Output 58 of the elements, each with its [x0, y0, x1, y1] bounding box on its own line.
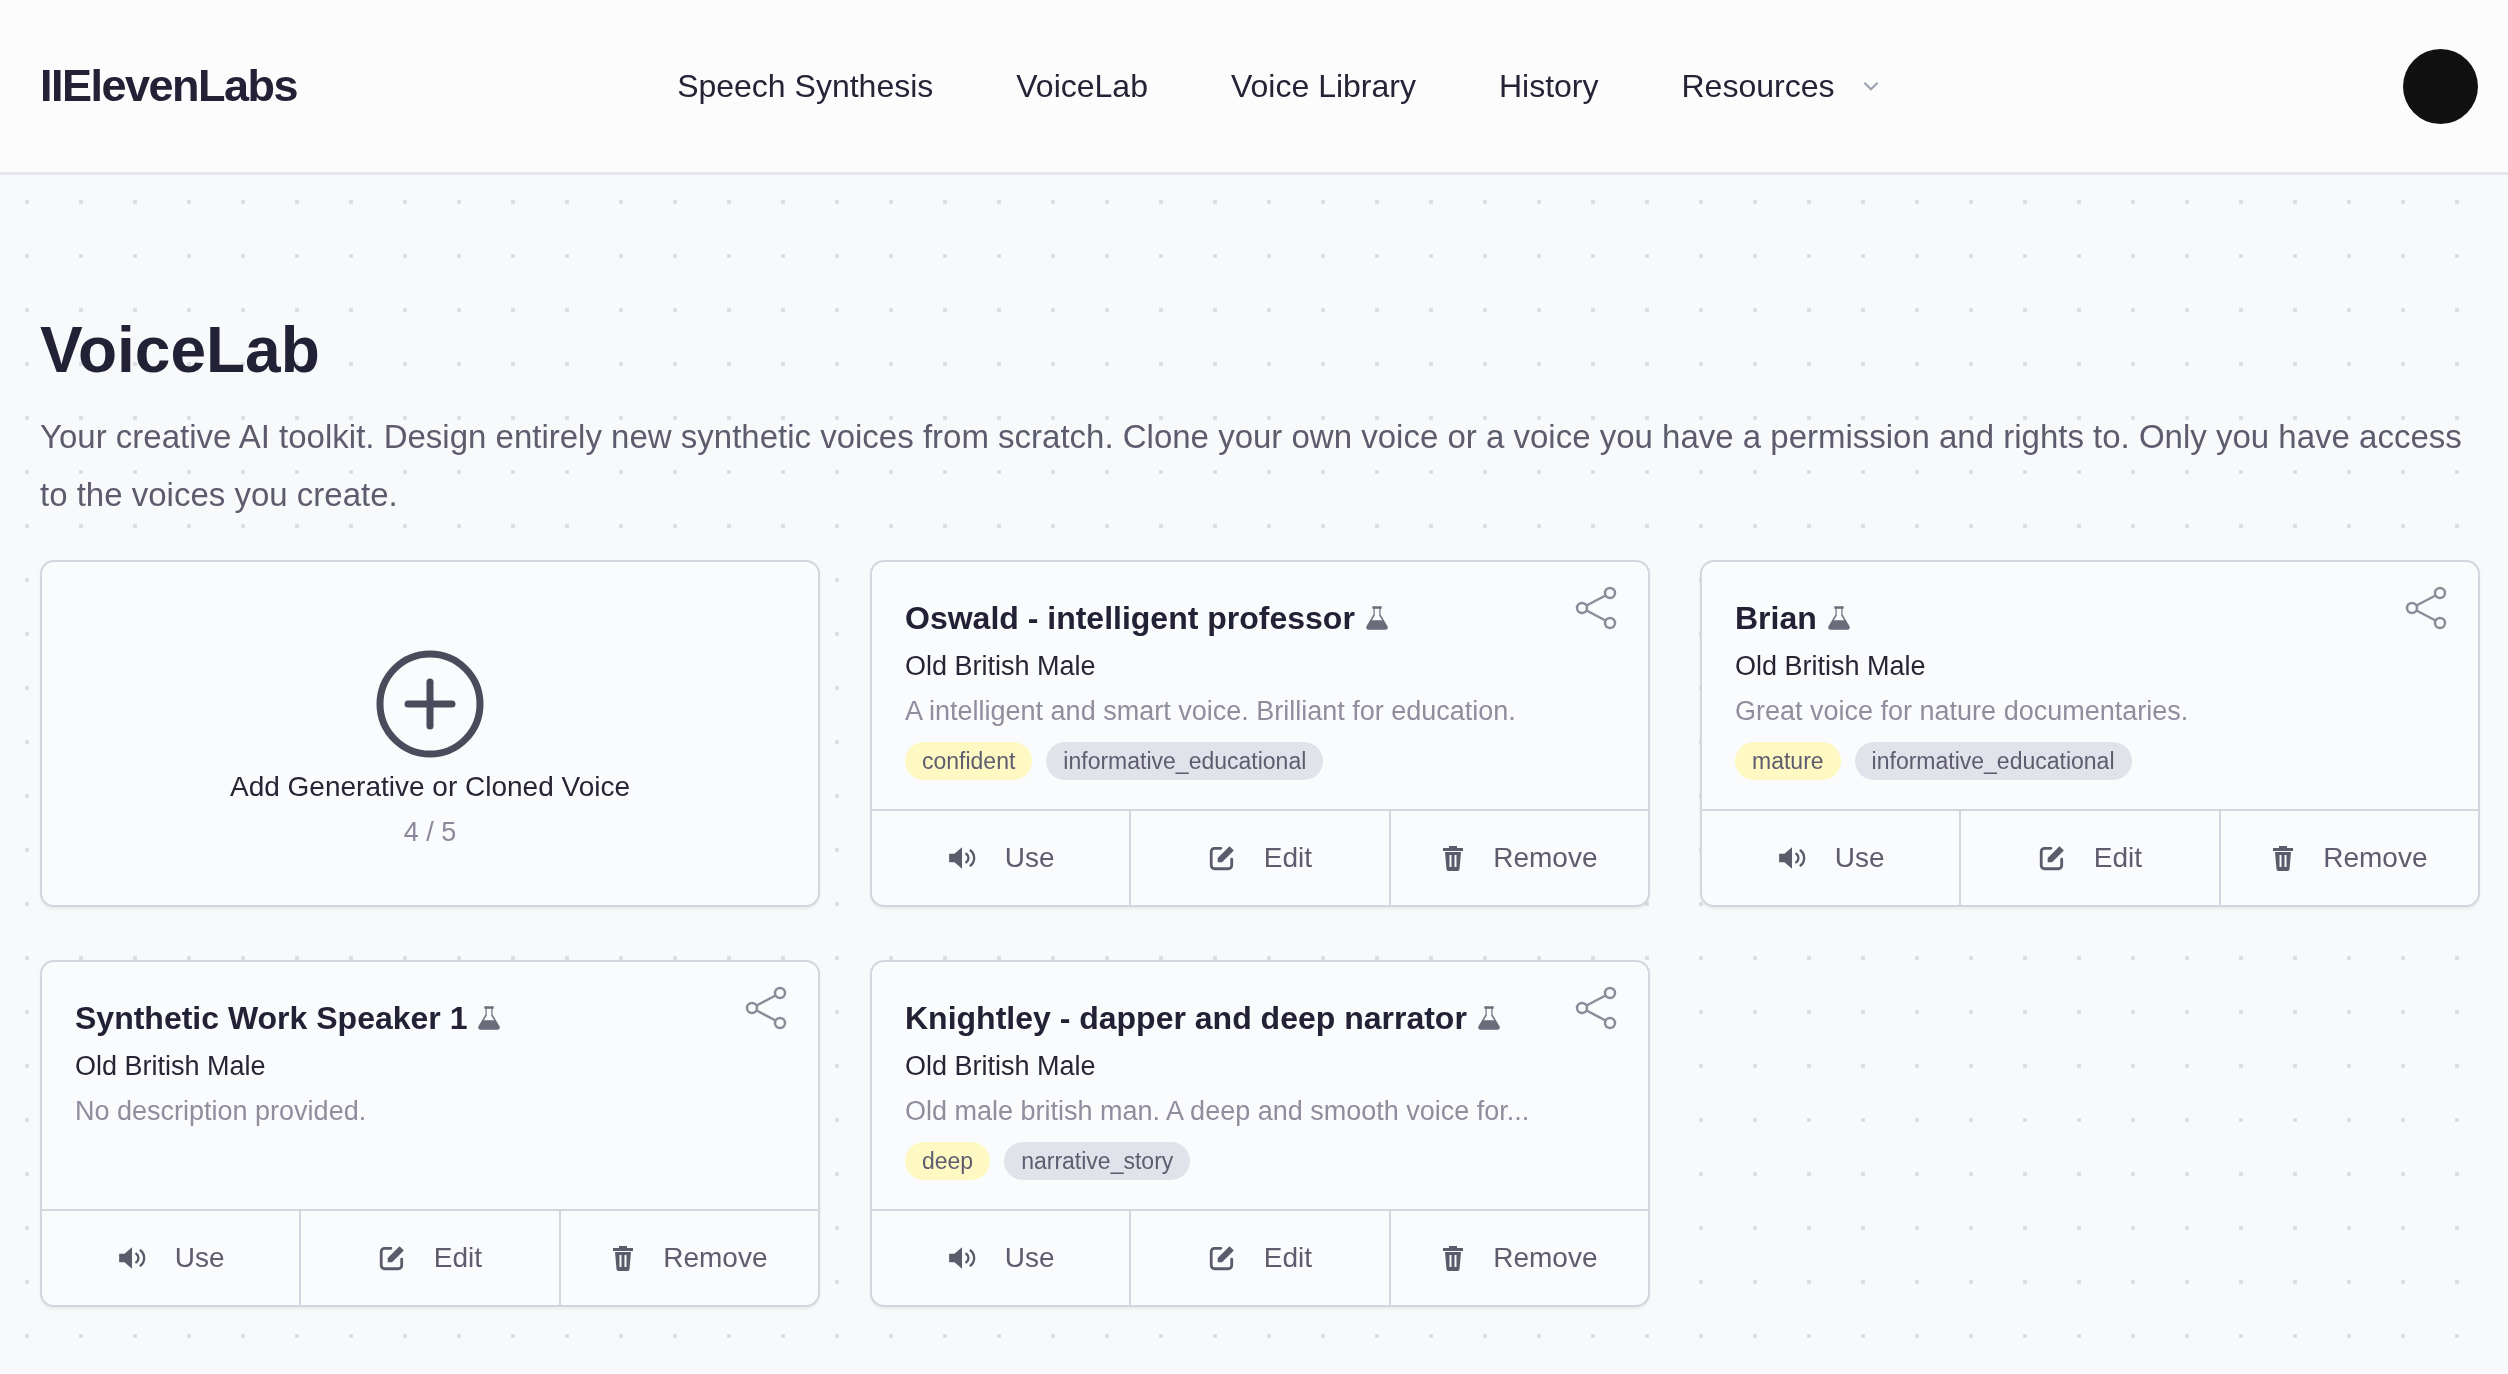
plus-circle-icon: [375, 649, 485, 759]
voice-category: Old British Male: [905, 1050, 1097, 1083]
tag: informative_educational: [1046, 742, 1324, 780]
add-voice-card[interactable]: Add Generative or Cloned Voice 4 / 5: [40, 560, 820, 907]
edit-button[interactable]: Edit: [1959, 811, 2219, 905]
nav-link[interactable]: Speech Synthesis: [677, 67, 934, 105]
speaker-icon: [116, 1245, 147, 1271]
voice-category: Old British Male: [1735, 650, 1927, 683]
edit-icon: [377, 1244, 406, 1272]
nav-link[interactable]: History: [1498, 67, 1599, 105]
trash-icon: [1441, 1244, 1466, 1272]
voice-name: Brian: [1735, 599, 1817, 637]
voice-description: A intelligent and smart voice. Brilliant for education.: [905, 695, 1517, 728]
voice-category: Old British Male: [905, 650, 1097, 683]
voice-description: Old male british man. A deep and smooth voice for...: [905, 1095, 1531, 1128]
tag: mature: [1735, 742, 1841, 780]
voice-description: Great voice for nature documentaries.: [1735, 695, 2190, 728]
share-icon[interactable]: [744, 986, 788, 1030]
trash-icon: [611, 1244, 636, 1272]
logo[interactable]: IIElevenLabs: [40, 60, 298, 112]
tag: narrative_story: [1004, 1142, 1191, 1180]
share-icon[interactable]: [1574, 986, 1618, 1030]
voice-category: Old British Male: [75, 1050, 267, 1083]
voice-description: No description provided.: [75, 1095, 368, 1128]
remove-button[interactable]: Remove: [558, 1211, 818, 1305]
tag: informative_educational: [1854, 742, 2132, 780]
voice-name: Oswald - intelligent professor: [905, 599, 1355, 637]
voice-count: 4 / 5: [403, 817, 457, 848]
trash-icon: [1441, 844, 1466, 872]
page-description: Your creative AI toolkit. Design entirely new synthetic voices from scratch. Clone your own voice or a voice you have a permission and rights to. Only you have access to the voices you create.: [40, 417, 2463, 515]
tag: confident: [905, 742, 1033, 780]
page-title: VoiceLab: [40, 313, 321, 388]
voice-name: Knightley - dapper and deep narrator: [905, 999, 1467, 1037]
nav-link[interactable]: VoiceLab: [1016, 67, 1148, 105]
edit-icon: [1207, 1244, 1236, 1272]
edit-icon: [1207, 844, 1236, 872]
voice-name: Synthetic Work Speaker 1: [75, 999, 468, 1037]
use-button[interactable]: Use: [872, 811, 1130, 905]
edit-icon: [2037, 844, 2066, 872]
use-button[interactable]: Use: [872, 1211, 1130, 1305]
nav-link[interactable]: Resources: [1681, 67, 1883, 105]
edit-button[interactable]: Edit: [1129, 811, 1389, 905]
tag: deep: [905, 1142, 991, 1180]
speaker-icon: [1776, 845, 1807, 871]
edit-button[interactable]: Edit: [1129, 1211, 1389, 1305]
speaker-icon: [946, 845, 977, 871]
share-icon[interactable]: [1574, 586, 1618, 630]
use-button[interactable]: Use: [1702, 811, 1960, 905]
nav-link[interactable]: Voice Library: [1230, 67, 1416, 105]
edit-button[interactable]: Edit: [299, 1211, 559, 1305]
share-icon[interactable]: [2404, 586, 2448, 630]
speaker-icon: [946, 1245, 977, 1271]
trash-icon: [2271, 844, 2296, 872]
remove-button[interactable]: Remove: [2218, 811, 2478, 905]
use-button[interactable]: Use: [42, 1211, 300, 1305]
remove-button[interactable]: Remove: [1388, 811, 1648, 905]
remove-button[interactable]: Remove: [1388, 1211, 1648, 1305]
add-voice-label: Add Generative or Cloned Voice: [230, 771, 630, 803]
